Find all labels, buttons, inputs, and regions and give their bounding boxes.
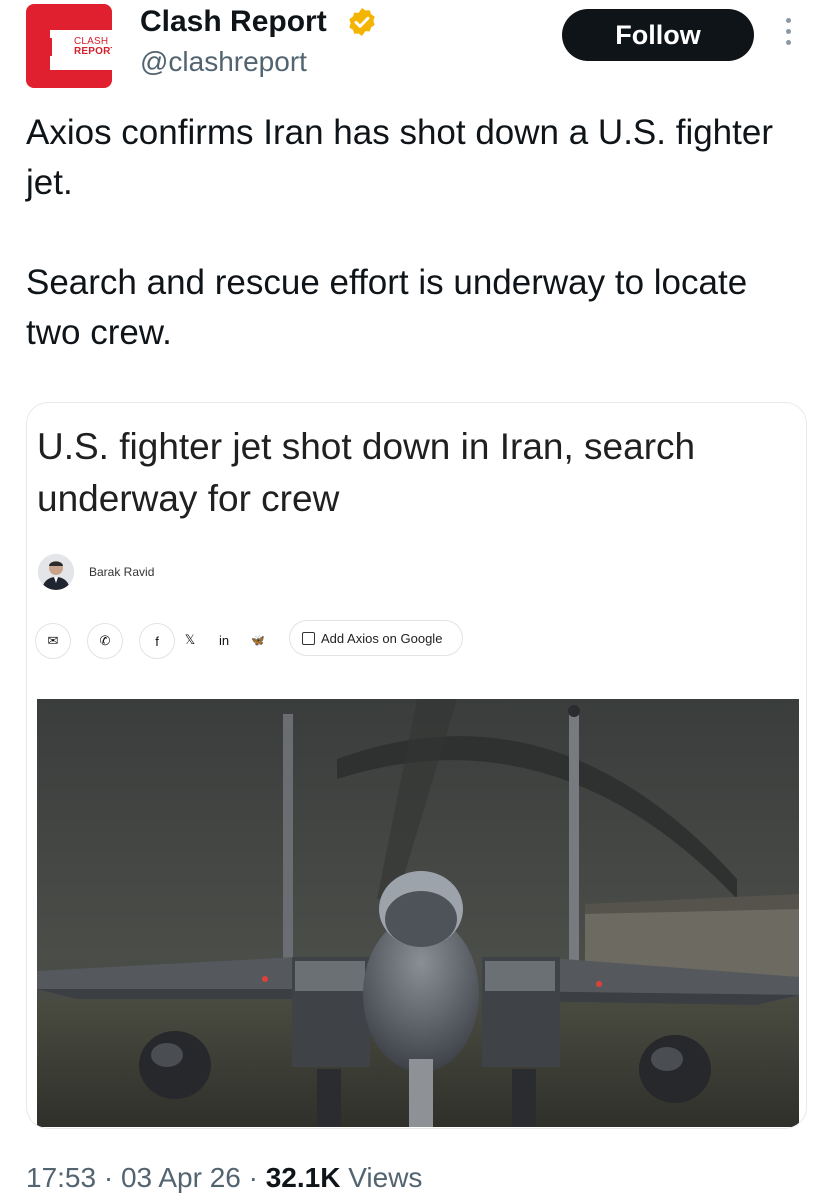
x-icon[interactable]: 𝕏	[173, 623, 207, 657]
tweet-time[interactable]: 17:53	[26, 1162, 96, 1193]
logo-line-2: REPORT	[74, 46, 112, 57]
more-options-icon[interactable]	[780, 18, 796, 52]
tweet-text: Axios confirms Iran has shot down a U.S.…	[26, 108, 806, 358]
article-headline[interactable]: U.S. fighter jet shot down in Iran, sear…	[37, 421, 757, 525]
account-avatar[interactable]: CLASH REPORT	[26, 4, 112, 88]
phone-icon[interactable]: ✆	[87, 623, 123, 659]
add-axios-label: Add Axios on Google	[321, 630, 443, 646]
tweet-paragraph-2: Search and rescue effort is underway to …	[26, 263, 748, 352]
google-add-icon	[302, 631, 315, 645]
email-icon[interactable]: ✉	[35, 623, 71, 659]
article-card[interactable]: U.S. fighter jet shot down in Iran, sear…	[26, 402, 807, 1129]
logo-notch	[26, 38, 52, 56]
views-label: Views	[348, 1162, 423, 1193]
tweet-date[interactable]: 03 Apr 26	[121, 1162, 241, 1193]
account-handle[interactable]: @clashreport	[140, 44, 307, 80]
separator-2: ·	[248, 1162, 258, 1193]
bluesky-icon[interactable]: 🦋	[241, 623, 275, 657]
article-photo[interactable]	[37, 699, 799, 1127]
facebook-icon[interactable]: f	[139, 623, 175, 659]
add-axios-on-google-button[interactable]: Add Axios on Google	[289, 620, 463, 656]
logo-mark: CLASH REPORT	[50, 30, 112, 70]
separator-1: ·	[103, 1162, 114, 1193]
tweet-metadata: 17:53 · 03 Apr 26 · 32.1K Views	[26, 1158, 422, 1198]
author-avatar	[38, 554, 74, 590]
views-count[interactable]: 32.1K	[266, 1162, 341, 1193]
verified-badge-icon	[349, 8, 375, 36]
display-name[interactable]: Clash Report	[140, 2, 327, 42]
author-name[interactable]: Barak Ravid	[89, 565, 154, 579]
tweet-paragraph-1: Axios confirms Iran has shot down a U.S.…	[26, 113, 773, 202]
linkedin-icon[interactable]: in	[207, 623, 241, 657]
follow-button[interactable]: Follow	[562, 9, 754, 61]
